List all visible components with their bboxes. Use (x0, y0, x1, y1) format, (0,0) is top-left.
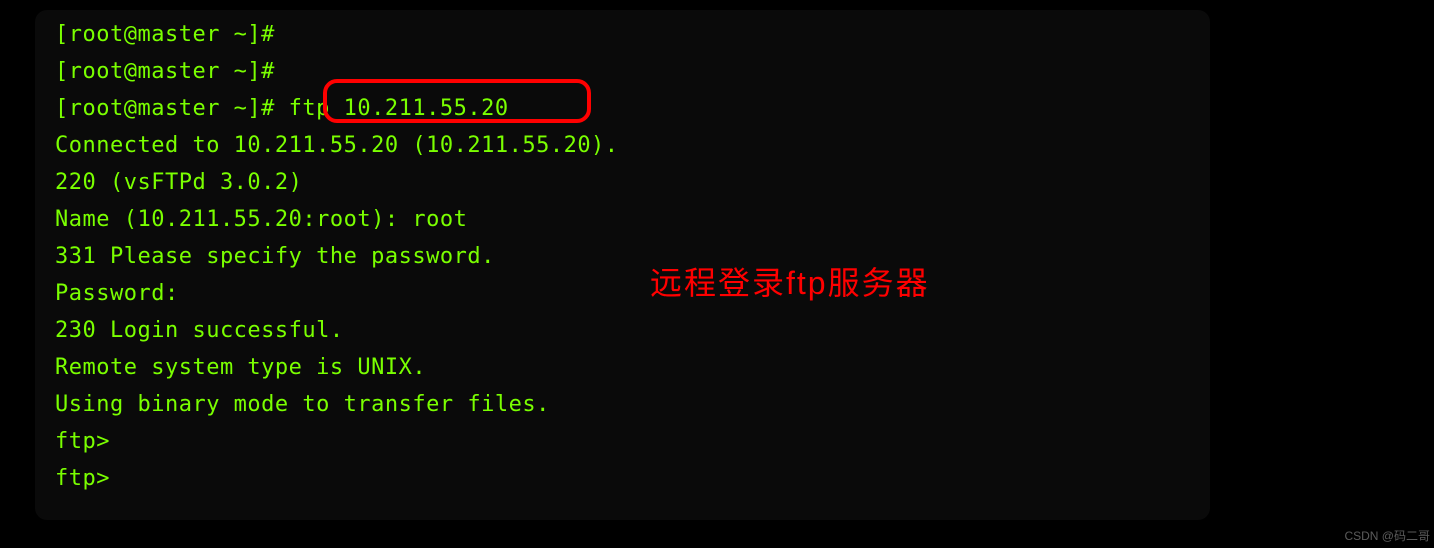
terminal-line: 230 Login successful. (55, 312, 1190, 349)
terminal-line: Connected to 10.211.55.20 (10.211.55.20)… (55, 127, 1190, 164)
watermark-text: CSDN @码二哥 (1344, 527, 1430, 544)
terminal-line: Using binary mode to transfer files. (55, 386, 1190, 423)
terminal-line: Password: (55, 275, 1190, 312)
terminal-line: Name (10.211.55.20:root): root (55, 201, 1190, 238)
terminal-line: 220 (vsFTPd 3.0.2) (55, 164, 1190, 201)
terminal-line: [root@master ~]# (55, 16, 1190, 53)
terminal-line: ftp> (55, 460, 1190, 497)
annotation-label: 远程登录ftp服务器 (650, 258, 930, 304)
terminal-line: ftp> (55, 423, 1190, 460)
terminal-line: [root@master ~]# ftp 10.211.55.20 (55, 90, 1190, 127)
terminal-line: [root@master ~]# (55, 53, 1190, 90)
terminal-line: Remote system type is UNIX. (55, 349, 1190, 386)
terminal-window[interactable]: [root@master ~]# [root@master ~]# [root@… (35, 10, 1210, 520)
terminal-line: 331 Please specify the password. (55, 238, 1190, 275)
